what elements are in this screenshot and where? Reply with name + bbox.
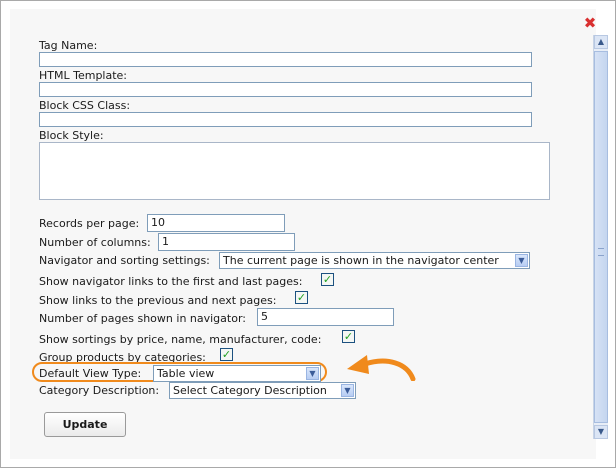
show-sortings-checkbox[interactable]: ✓ — [342, 330, 355, 343]
category-description-label: Category Description: — [39, 384, 160, 397]
chevron-down-icon[interactable]: ▼ — [341, 384, 354, 397]
navigator-settings-label: Navigator and sorting settings: — [39, 254, 210, 267]
show-prev-next-checkbox[interactable]: ✓ — [295, 291, 308, 304]
default-view-type-value: Table view — [157, 367, 215, 380]
navigator-settings-select[interactable]: The current page is shown in the navigat… — [219, 252, 530, 269]
category-description-select[interactable]: Select Category Description ▼ — [169, 382, 356, 399]
number-of-columns-label: Number of columns: — [39, 236, 151, 249]
pages-in-navigator-label: Number of pages shown in navigator: — [39, 312, 246, 325]
update-button[interactable]: Update — [44, 412, 126, 437]
close-icon[interactable]: ✖ — [583, 16, 597, 31]
show-first-last-label: Show navigator links to the first and la… — [39, 275, 303, 288]
chevron-down-icon[interactable]: ▼ — [306, 367, 319, 380]
default-view-type-select[interactable]: Table view ▼ — [153, 365, 321, 382]
scroll-up-icon[interactable]: ▲ — [594, 35, 608, 49]
tag-name-input[interactable] — [39, 52, 532, 67]
category-description-value: Select Category Description — [173, 384, 327, 397]
pointer-arrow-icon — [347, 355, 416, 381]
navigator-settings-value: The current page is shown in the navigat… — [223, 254, 499, 267]
block-css-class-input[interactable] — [39, 112, 532, 127]
show-sortings-label: Show sortings by price, name, manufactur… — [39, 333, 322, 346]
dialog-window: ✖ Tag Name: HTML Template: Block CSS Cla… — [0, 0, 616, 468]
group-by-categories-checkbox[interactable]: ✓ — [220, 348, 233, 361]
chevron-down-icon[interactable]: ▼ — [515, 254, 528, 267]
block-style-label: Block Style: — [39, 129, 104, 142]
tag-name-label: Tag Name: — [39, 39, 98, 52]
html-template-input[interactable] — [39, 82, 532, 97]
block-style-textarea[interactable] — [39, 142, 550, 200]
show-prev-next-label: Show links to the previous and next page… — [39, 294, 277, 307]
pages-in-navigator-input[interactable]: 5 — [257, 308, 394, 326]
default-view-type-label: Default View Type: — [39, 367, 142, 380]
records-per-page-label: Records per page: — [39, 217, 140, 230]
html-template-label: HTML Template: — [39, 69, 128, 82]
block-css-class-label: Block CSS Class: — [39, 99, 131, 112]
scroll-down-icon[interactable]: ▼ — [594, 425, 608, 439]
scrollbar-thumb[interactable] — [594, 51, 608, 423]
number-of-columns-input[interactable]: 1 — [158, 233, 295, 251]
scrollbar-grip — [598, 248, 604, 256]
show-first-last-checkbox[interactable]: ✓ — [321, 273, 334, 286]
records-per-page-input[interactable]: 10 — [147, 214, 285, 232]
vertical-scrollbar[interactable]: ▲ ▼ — [593, 35, 608, 439]
